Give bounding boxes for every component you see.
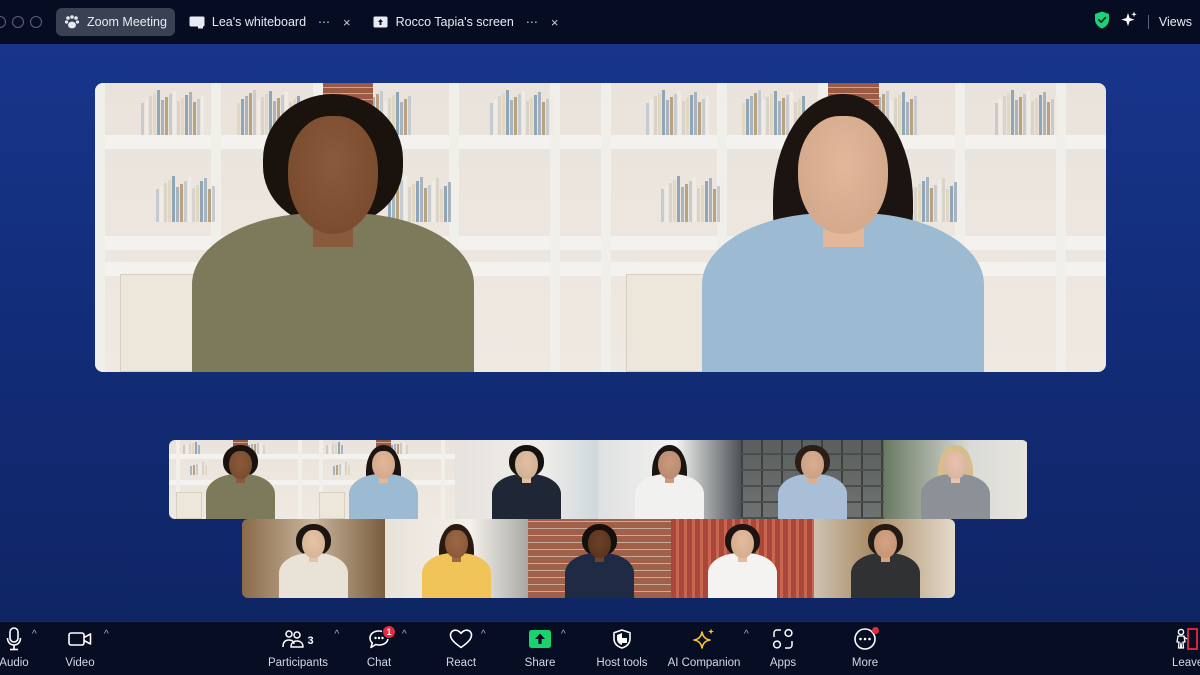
ai-companion-button[interactable]: ^ AI Companion	[664, 622, 749, 675]
person-silhouette	[601, 83, 1107, 372]
person-silhouette	[741, 440, 884, 519]
person-silhouette	[528, 519, 671, 598]
chat-options-caret[interactable]: ^	[402, 629, 407, 640]
tab-screen-share[interactable]: Rocco Tapia's screen ⋯ ×	[365, 8, 567, 36]
tab-close-button[interactable]: ×	[343, 15, 351, 30]
react-label: React	[445, 657, 477, 669]
gallery-tile-participant-4[interactable]	[598, 440, 741, 519]
gallery-tile-participant-5[interactable]	[741, 440, 884, 519]
divider	[1147, 15, 1149, 29]
window-zoom-button[interactable]	[30, 16, 42, 28]
host-tools-label: Host tools	[596, 657, 648, 669]
apps-icon	[772, 628, 794, 655]
zoom-paw-icon	[64, 15, 80, 29]
gallery-tile-participant-8[interactable]	[385, 519, 528, 598]
title-bar: Zoom Meeting Lea's whiteboard ⋯ × Rocco …	[0, 0, 1200, 44]
leave-icon	[1172, 627, 1198, 655]
gallery-row-1	[169, 440, 1028, 519]
ai-companion-options-caret[interactable]: ^	[744, 629, 749, 640]
speaker-video-1[interactable]	[95, 83, 601, 372]
meeting-toolbar: ^ Audio ^ Video 3 ^ Participants 1 ^ Cha…	[0, 621, 1200, 675]
share-label: Share	[524, 657, 556, 669]
video-label: Video	[65, 657, 95, 669]
window-minimize-button[interactable]	[12, 16, 24, 28]
tab-more-button[interactable]: ⋯	[526, 15, 539, 29]
more-label: More	[851, 657, 879, 669]
person-silhouette	[242, 519, 385, 598]
top-right-controls: Views	[1094, 8, 1200, 36]
tab-label: Rocco Tapia's screen	[395, 15, 514, 29]
audio-options-caret[interactable]: ^	[32, 629, 37, 640]
audio-button[interactable]: ^ Audio	[0, 622, 37, 675]
host-tools-button[interactable]: Host tools	[592, 622, 652, 675]
ai-sparkle-icon	[692, 628, 716, 655]
gallery-tile-participant-7[interactable]	[242, 519, 385, 598]
window-close-button[interactable]	[0, 16, 6, 28]
more-button[interactable]: More	[848, 622, 882, 675]
tab-label: Zoom Meeting	[87, 15, 167, 29]
person-silhouette	[598, 440, 741, 519]
chat-unread-badge: 1	[382, 625, 396, 639]
leave-label: Leave	[1172, 657, 1200, 669]
participants-icon	[282, 629, 305, 653]
tab-more-button[interactable]: ⋯	[318, 15, 331, 29]
person-silhouette	[312, 440, 455, 519]
person-silhouette	[385, 519, 528, 598]
shield-check-icon[interactable]	[1094, 11, 1110, 34]
views-button[interactable]: Views	[1159, 15, 1192, 29]
person-silhouette	[884, 440, 1027, 519]
more-notification-dot	[872, 627, 879, 634]
participants-label: Participants	[267, 657, 329, 669]
video-button[interactable]: ^ Video	[60, 622, 108, 675]
leave-button[interactable]: Leave	[1172, 622, 1200, 675]
apps-button[interactable]: Apps	[766, 622, 800, 675]
gallery-row-2	[242, 519, 955, 598]
share-screen-icon	[373, 15, 389, 29]
gallery-tile-participant-2[interactable]	[312, 440, 455, 519]
share-options-caret[interactable]: ^	[561, 629, 566, 640]
video-camera-icon	[68, 631, 92, 652]
sparkle-icon[interactable]	[1120, 11, 1138, 34]
audio-label: Audio	[0, 657, 29, 669]
ai-companion-label: AI Companion	[667, 657, 741, 669]
person-silhouette	[455, 440, 598, 519]
gallery-tile-participant-1[interactable]	[169, 440, 312, 519]
tab-label: Lea's whiteboard	[211, 15, 307, 29]
speaker-video-2[interactable]	[600, 83, 1107, 372]
active-speakers	[95, 83, 1106, 372]
video-options-caret[interactable]: ^	[104, 629, 109, 640]
tab-zoom-meeting[interactable]: Zoom Meeting	[56, 8, 175, 36]
host-shield-icon	[613, 628, 631, 654]
person-silhouette	[671, 519, 814, 598]
chat-label: Chat	[366, 657, 392, 669]
gallery-tile-participant-3[interactable]	[455, 440, 598, 519]
person-silhouette	[169, 440, 312, 519]
apps-label: Apps	[769, 657, 797, 669]
gallery-tile-participant-10[interactable]	[671, 519, 814, 598]
heart-icon	[449, 628, 473, 654]
person-silhouette	[814, 519, 955, 598]
tab-close-button[interactable]: ×	[551, 15, 559, 30]
react-options-caret[interactable]: ^	[481, 629, 486, 640]
gallery-tile-participant-11[interactable]	[814, 519, 955, 598]
whiteboard-icon	[189, 15, 205, 29]
share-button[interactable]: ^ Share	[523, 622, 566, 675]
chat-button[interactable]: 1 ^ Chat	[362, 622, 407, 675]
participants-options-caret[interactable]: ^	[334, 629, 339, 640]
share-arrow-icon	[529, 629, 551, 653]
participant-count: 3	[307, 635, 314, 647]
window-controls	[0, 16, 42, 28]
person-silhouette	[95, 83, 601, 372]
gallery-tile-participant-6[interactable]	[884, 440, 1027, 519]
tab-whiteboard[interactable]: Lea's whiteboard ⋯ ×	[181, 8, 359, 36]
react-button[interactable]: ^ React	[444, 622, 486, 675]
microphone-icon	[6, 626, 22, 656]
participants-button[interactable]: 3 ^ Participants	[264, 622, 339, 675]
meeting-stage	[0, 44, 1200, 621]
gallery-tile-participant-9[interactable]	[528, 519, 671, 598]
